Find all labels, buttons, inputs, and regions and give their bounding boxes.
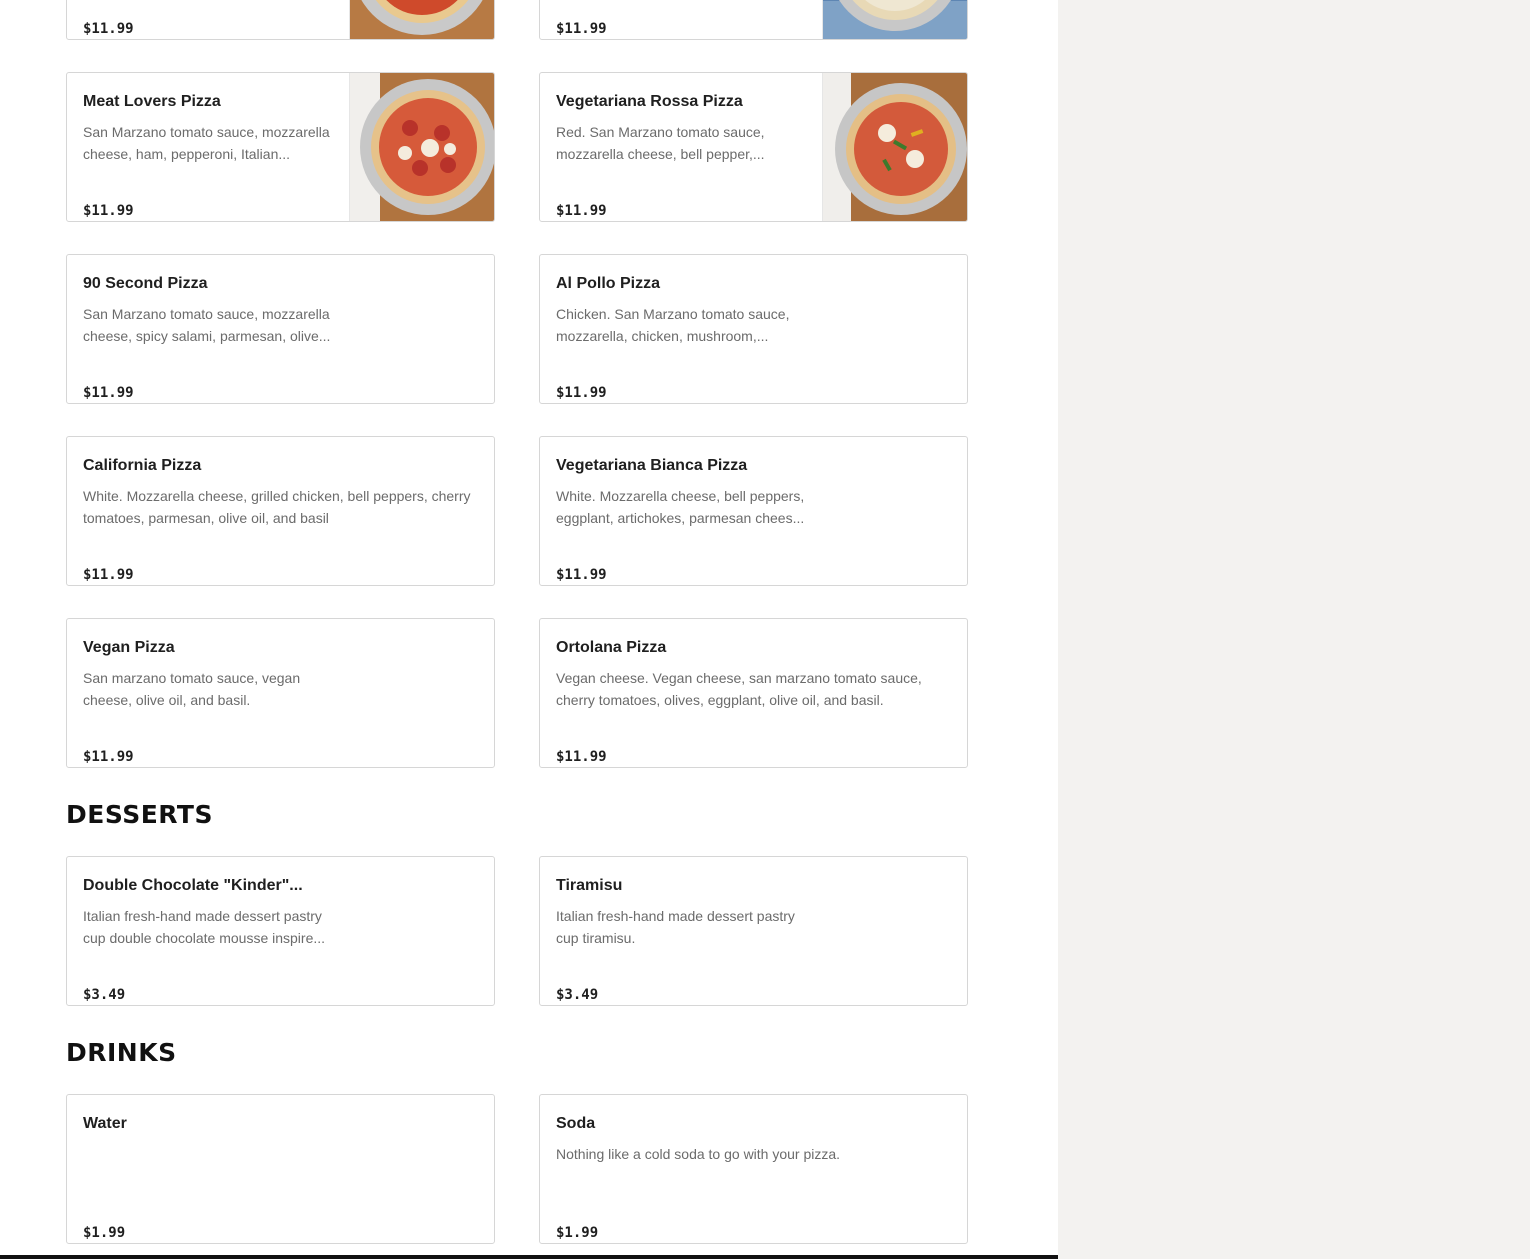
item-name: Tiramisu bbox=[556, 877, 623, 894]
item-description: Italian fresh-hand made dessert pastry c… bbox=[83, 908, 326, 946]
item-name: Soda bbox=[556, 1115, 596, 1132]
menu-item-card[interactable]: Water $1.99 bbox=[66, 1094, 495, 1244]
menu-item-card[interactable]: Meat Lovers Pizza San Marzano tomato sau… bbox=[66, 72, 495, 222]
item-name: Vegetariana Bianca Pizza bbox=[556, 457, 748, 474]
menu-item-card[interactable]: Tiramisu Italian fresh-hand made dessert… bbox=[539, 856, 968, 1006]
item-name: Al Pollo Pizza bbox=[556, 275, 661, 292]
item-description: White. Mozzarella cheese, grilled chicke… bbox=[83, 488, 471, 526]
item-description: White. Mozzarella cheese, bell peppers, … bbox=[556, 488, 805, 526]
item-price: $11.99 bbox=[556, 385, 607, 401]
item-price: $11.99 bbox=[556, 203, 607, 219]
item-description: Nothing like a cold soda to go with your… bbox=[556, 1146, 841, 1162]
item-description: San marzano tomato sauce, vegan cheese, … bbox=[83, 670, 301, 708]
item-name: Double Chocolate "Kinder"... bbox=[83, 877, 303, 894]
item-price: $11.99 bbox=[83, 749, 134, 765]
item-description: San Marzano tomato sauce, mozzarella che… bbox=[83, 306, 331, 344]
item-name: California Pizza bbox=[83, 457, 202, 474]
menu-item-card[interactable]: Vegan Pizza San marzano tomato sauce, ve… bbox=[66, 618, 495, 768]
menu-item-card[interactable]: $11.99 bbox=[539, 0, 968, 40]
item-name: Meat Lovers Pizza bbox=[83, 93, 221, 110]
menu-item-card[interactable]: Ortolana Pizza Vegan cheese. Vegan chees… bbox=[539, 618, 968, 768]
item-description: Vegan cheese. Vegan cheese, san marzano … bbox=[556, 670, 922, 708]
menu-item-card[interactable]: 90 Second Pizza San Marzano tomato sauce… bbox=[66, 254, 495, 404]
item-price: $11.99 bbox=[556, 567, 607, 583]
item-name: 90 Second Pizza bbox=[83, 275, 208, 292]
item-price: $1.99 bbox=[83, 1225, 126, 1241]
menu-item-card[interactable]: Vegetariana Bianca Pizza White. Mozzarel… bbox=[539, 436, 968, 586]
item-price: $11.99 bbox=[83, 567, 134, 583]
item-price: $11.99 bbox=[556, 749, 607, 765]
menu-item-card[interactable]: Vegetariana Rossa Pizza Red. San Marzano… bbox=[539, 72, 968, 222]
section-title-drinks: DRINKS bbox=[66, 1038, 177, 1067]
item-name: Water bbox=[83, 1115, 127, 1132]
item-name: Vegan Pizza bbox=[83, 639, 175, 656]
menu-item-card[interactable]: Al Pollo Pizza Chicken. San Marzano toma… bbox=[539, 254, 968, 404]
item-description: Red. San Marzano tomato sauce, mozzarell… bbox=[556, 124, 765, 162]
item-price: $11.99 bbox=[83, 21, 134, 37]
item-price: $3.49 bbox=[556, 987, 599, 1003]
item-name: Vegetariana Rossa Pizza bbox=[556, 93, 743, 110]
bottom-bar bbox=[0, 1255, 1058, 1259]
pizza-photo bbox=[822, 0, 967, 39]
item-description: San Marzano tomato sauce, mozzarella che… bbox=[83, 124, 330, 162]
menu-item-card[interactable]: California Pizza White. Mozzarella chees… bbox=[66, 436, 495, 586]
item-price: $11.99 bbox=[83, 385, 134, 401]
item-description: Chicken. San Marzano tomato sauce, mozza… bbox=[556, 306, 790, 344]
item-description: Italian fresh-hand made dessert pastry c… bbox=[556, 908, 795, 946]
menu-item-card[interactable]: Double Chocolate "Kinder"... Italian fre… bbox=[66, 856, 495, 1006]
menu-item-card[interactable]: Soda Nothing like a cold soda to go with… bbox=[539, 1094, 968, 1244]
menu-item-card[interactable]: $11.99 bbox=[66, 0, 495, 40]
item-price: $1.99 bbox=[556, 1225, 599, 1241]
menu-main-column: $11.99 $11.99 Meat Lovers Pizza San Marz… bbox=[0, 0, 1058, 1259]
right-side-panel bbox=[1058, 0, 1530, 1259]
item-price: $11.99 bbox=[83, 203, 134, 219]
pizza-photo bbox=[822, 73, 967, 221]
item-price: $3.49 bbox=[83, 987, 126, 1003]
pizza-photo bbox=[349, 0, 494, 39]
pizza-photo bbox=[349, 73, 494, 221]
item-price: $11.99 bbox=[556, 21, 607, 37]
item-name: Ortolana Pizza bbox=[556, 639, 667, 656]
section-title-desserts: DESSERTS bbox=[66, 800, 213, 829]
